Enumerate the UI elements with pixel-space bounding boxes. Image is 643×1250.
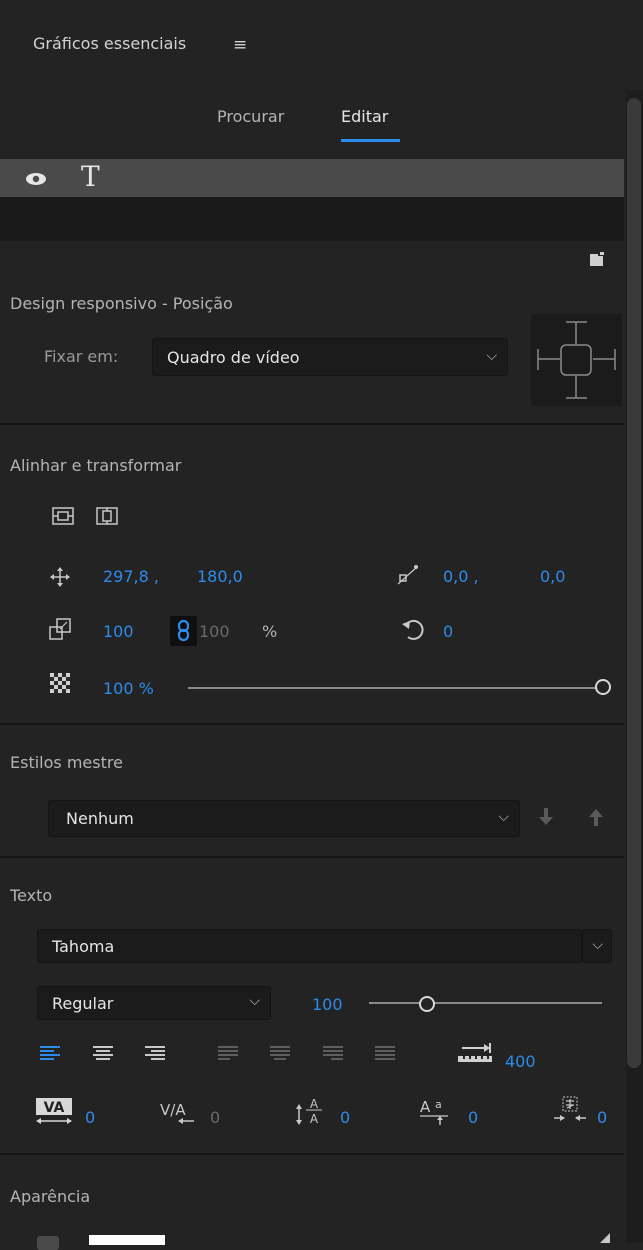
rotation-value[interactable]: 0 — [443, 622, 453, 641]
tab-width-value[interactable]: 400 — [505, 1052, 536, 1071]
align-right-icon[interactable] — [145, 1045, 165, 1063]
new-layer-icon[interactable] — [589, 251, 605, 267]
responsive-section-title: Design responsivo - Posição — [10, 294, 233, 313]
scale-height-value: 100 — [199, 622, 230, 641]
pin-position-widget[interactable] — [531, 314, 622, 406]
master-style-value: Nenhum — [66, 809, 134, 828]
tab-procurar[interactable]: Procurar — [217, 107, 284, 126]
panel-title: Gráficos essenciais — [33, 34, 187, 53]
font-size-slider-thumb[interactable] — [419, 996, 435, 1012]
chevron-down-icon: ⌵ — [498, 809, 509, 825]
tracking-icon: V/A — [160, 1099, 196, 1125]
tab-editar-underline — [341, 139, 400, 142]
leading-value[interactable]: 0 — [340, 1108, 350, 1127]
chevron-down-icon: ⌵ — [592, 937, 603, 953]
link-scale-icon[interactable] — [170, 616, 197, 646]
scrollbar-track[interactable] — [626, 90, 643, 1243]
opacity-slider-track[interactable] — [188, 687, 596, 689]
opacity-value[interactable]: 100 % — [103, 679, 154, 698]
font-style-value: Regular — [52, 994, 114, 1013]
anchor-x-value[interactable]: 0,0 , — [443, 567, 479, 586]
font-family-chevron-button[interactable]: ⌵ — [582, 929, 612, 963]
tsume-icon — [553, 1096, 587, 1126]
fill-checkbox[interactable] — [37, 1236, 59, 1250]
align-horizontal-center-icon[interactable] — [52, 506, 74, 526]
align-left-icon[interactable] — [40, 1045, 60, 1063]
font-style-dropdown[interactable]: Regular ⌵ — [37, 986, 271, 1020]
push-style-up-icon — [589, 808, 603, 826]
svg-text:A: A — [420, 1098, 431, 1116]
svg-text:A: A — [310, 1097, 319, 1111]
scale-unit: % — [262, 622, 278, 641]
chevron-down-icon: ⌵ — [249, 993, 260, 1009]
position-y-value[interactable]: 180,0 — [197, 567, 243, 586]
pin-label: Fixar em: — [44, 347, 119, 366]
scale-icon — [49, 618, 71, 640]
tracking-value: 0 — [210, 1108, 221, 1127]
eyedropper-icon[interactable] — [598, 1233, 610, 1243]
layer-list-empty — [0, 197, 624, 241]
kerning-icon: VA — [36, 1098, 72, 1126]
font-size-value[interactable]: 100 — [312, 995, 343, 1014]
baseline-shift-icon: A a — [420, 1096, 454, 1126]
panel-menu-icon[interactable]: ≡ — [233, 35, 247, 55]
position-x-value[interactable]: 297,8 , — [103, 567, 159, 586]
tab-width-icon — [458, 1042, 492, 1064]
opacity-slider-thumb[interactable] — [595, 679, 611, 695]
eye-icon[interactable] — [25, 172, 47, 186]
scrollbar-thumb[interactable] — [627, 98, 641, 1068]
pin-to-value: Quadro de vídeo — [167, 348, 300, 367]
justify-all-icon — [375, 1045, 395, 1063]
position-icon — [50, 567, 70, 587]
section-divider — [0, 423, 624, 425]
pin-to-dropdown[interactable]: Quadro de vídeo ⌵ — [152, 338, 508, 376]
justify-left-icon — [218, 1045, 238, 1063]
svg-text:VA: VA — [44, 1100, 65, 1116]
opacity-icon — [50, 673, 70, 693]
text-section-title: Texto — [10, 886, 53, 905]
baseline-shift-value[interactable]: 0 — [468, 1108, 478, 1127]
align-section-title: Alinhar e transformar — [10, 456, 182, 475]
tab-editar[interactable]: Editar — [341, 107, 388, 126]
svg-text:A: A — [310, 1112, 319, 1126]
section-divider — [0, 856, 624, 858]
tsume-value[interactable]: 0 — [597, 1108, 607, 1127]
master-styles-title: Estilos mestre — [10, 753, 123, 772]
font-family-value: Tahoma — [52, 937, 115, 956]
leading-icon: A A — [295, 1096, 327, 1126]
align-center-icon[interactable] — [93, 1045, 113, 1063]
text-layer-icon[interactable]: T — [81, 160, 100, 193]
font-size-slider-track[interactable] — [369, 1002, 602, 1004]
appearance-section-title: Aparência — [10, 1187, 91, 1206]
anchor-point-icon — [397, 564, 419, 586]
svg-text:V/A: V/A — [160, 1101, 186, 1119]
section-divider — [0, 723, 624, 725]
align-vertical-center-icon[interactable] — [96, 506, 118, 526]
section-divider — [0, 1153, 624, 1155]
push-style-down-icon — [539, 808, 553, 826]
font-family-dropdown[interactable]: Tahoma — [37, 929, 582, 963]
master-style-dropdown[interactable]: Nenhum ⌵ — [48, 800, 520, 837]
anchor-y-value[interactable]: 0,0 — [540, 567, 565, 586]
chevron-down-icon: ⌵ — [486, 348, 497, 364]
rotation-icon — [400, 617, 426, 643]
scale-value[interactable]: 100 — [103, 622, 134, 641]
kerning-value[interactable]: 0 — [85, 1108, 95, 1127]
svg-text:a: a — [435, 1098, 442, 1111]
justify-center-icon — [270, 1045, 290, 1063]
fill-color-swatch[interactable] — [89, 1235, 165, 1245]
justify-right-icon — [323, 1045, 343, 1063]
